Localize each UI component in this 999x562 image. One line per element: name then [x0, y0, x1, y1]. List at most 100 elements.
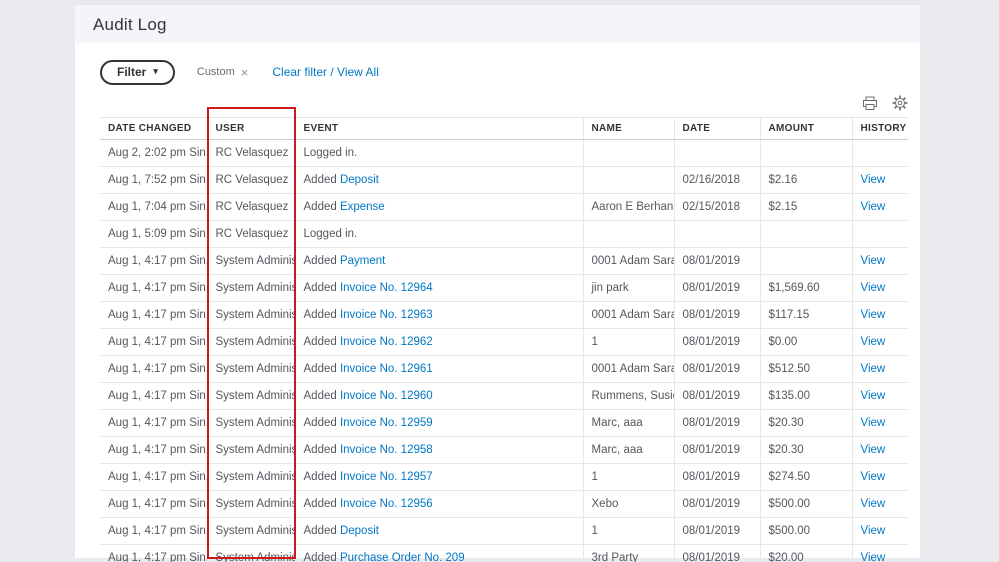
- column-header-date-changed[interactable]: DATE CHANGED: [100, 117, 208, 140]
- cell-user: System Administ...: [207, 463, 296, 491]
- event-link[interactable]: Invoice No. 12957: [340, 471, 433, 483]
- event-link[interactable]: Invoice No. 12962: [340, 336, 433, 348]
- table-actions: [100, 95, 908, 111]
- cell-name: Aaron E Berhanu1: [583, 193, 675, 221]
- filter-button-label: Filter: [117, 64, 147, 79]
- event-link[interactable]: Payment: [340, 255, 385, 267]
- cell-event: Added Invoice No. 12956: [295, 490, 584, 518]
- event-link[interactable]: Expense: [340, 201, 385, 213]
- event-link[interactable]: Deposit: [340, 525, 379, 537]
- history-view-link[interactable]: View: [861, 498, 886, 510]
- column-header-user[interactable]: USER: [207, 117, 296, 140]
- column-header-date[interactable]: DATE: [674, 117, 761, 140]
- cell-event: Added Invoice No. 12962: [295, 328, 584, 356]
- cell-name: 3rd Party: [583, 544, 675, 562]
- cell-amount: $20.30: [760, 436, 853, 464]
- table-row: Aug 1, 4:17 pm Sin...System Administ...A…: [100, 247, 908, 275]
- cell-name: 0001 Adam Sara...: [583, 247, 675, 275]
- gear-icon[interactable]: [892, 95, 908, 111]
- cell-event: Logged in.: [295, 220, 584, 248]
- cell-amount: $274.50: [760, 463, 853, 491]
- history-view-link[interactable]: View: [861, 417, 886, 429]
- event-link[interactable]: Invoice No. 12960: [340, 390, 433, 402]
- cell-name: Marc, aaa: [583, 436, 675, 464]
- cell-user: System Administ...: [207, 355, 296, 383]
- cell-date: 08/01/2019: [674, 328, 761, 356]
- cell-amount: [760, 139, 853, 167]
- event-link[interactable]: Invoice No. 12964: [340, 282, 433, 294]
- history-view-link[interactable]: View: [861, 444, 886, 456]
- cell-name: 0001 Adam Sara...: [583, 301, 675, 329]
- history-view-link[interactable]: View: [861, 255, 886, 267]
- cell-date: 02/16/2018: [674, 166, 761, 194]
- event-text: Added: [303, 417, 340, 429]
- print-icon[interactable]: [862, 96, 878, 111]
- event-link[interactable]: Invoice No. 12963: [340, 309, 433, 321]
- column-header-history[interactable]: HISTORY: [852, 117, 908, 140]
- cell-name: 1: [583, 328, 675, 356]
- cell-name: Xebo: [583, 490, 675, 518]
- history-view-link[interactable]: View: [861, 282, 886, 294]
- history-view-link[interactable]: View: [861, 525, 886, 537]
- cell-history: View: [852, 247, 908, 275]
- cell-history: View: [852, 166, 908, 194]
- cell-name: [583, 139, 675, 167]
- cell-history: [852, 220, 908, 248]
- column-header-event[interactable]: EVENT: [295, 117, 584, 140]
- event-link[interactable]: Invoice No. 12959: [340, 417, 433, 429]
- history-view-link[interactable]: View: [861, 390, 886, 402]
- cell-event: Added Deposit: [295, 166, 584, 194]
- column-header-amount[interactable]: AMOUNT: [760, 117, 853, 140]
- history-view-link[interactable]: View: [861, 309, 886, 321]
- cell-amount: $20.30: [760, 409, 853, 437]
- event-link[interactable]: Deposit: [340, 174, 379, 186]
- cell-amount: $1,569.60: [760, 274, 853, 302]
- cell-history: View: [852, 193, 908, 221]
- history-view-link[interactable]: View: [861, 201, 886, 213]
- event-link[interactable]: Invoice No. 12958: [340, 444, 433, 456]
- cell-event: Added Purchase Order No. 209: [295, 544, 584, 562]
- page-title: Audit Log: [93, 15, 167, 34]
- cell-amount: [760, 247, 853, 275]
- event-link[interactable]: Invoice No. 12961: [340, 363, 433, 375]
- table-row: Aug 1, 7:04 pm Sin... RC Velasquez Added E…: [100, 193, 908, 221]
- cell-name: Rummens, Susie...: [583, 382, 675, 410]
- cell-user: System Administ...: [207, 247, 296, 275]
- history-view-link[interactable]: View: [861, 471, 886, 483]
- close-icon[interactable]: ×: [241, 66, 249, 79]
- cell-name: 1: [583, 517, 675, 545]
- cell-name: jin park: [583, 274, 675, 302]
- filter-button[interactable]: Filter ▾: [100, 59, 175, 85]
- cell-event: Added Payment: [295, 247, 584, 275]
- cell-history: View: [852, 382, 908, 410]
- cell-amount: [760, 220, 853, 248]
- history-view-link[interactable]: View: [861, 363, 886, 375]
- history-view-link[interactable]: View: [861, 552, 886, 562]
- event-link[interactable]: Invoice No. 12956: [340, 498, 433, 510]
- cell-history: View: [852, 301, 908, 329]
- cell-amount: $512.50: [760, 355, 853, 383]
- cell-history: View: [852, 274, 908, 302]
- table-row: Aug 2, 2:02 pm Sin... RC Velasquez Logged …: [100, 139, 908, 167]
- cell-date-changed: Aug 1, 4:17 pm Sin...: [100, 274, 208, 302]
- cell-date: 08/01/2019: [674, 409, 761, 437]
- clear-filter-link[interactable]: Clear filter / View All: [272, 65, 378, 79]
- cell-event: Added Invoice No. 12961: [295, 355, 584, 383]
- event-text: Added: [303, 390, 340, 402]
- cell-user: System Administ...: [207, 436, 296, 464]
- cell-date-changed: Aug 1, 5:09 pm Sin...: [100, 220, 208, 248]
- cell-history: View: [852, 355, 908, 383]
- event-text: Added: [303, 444, 340, 456]
- event-link[interactable]: Purchase Order No. 209: [340, 552, 465, 562]
- cell-history: [852, 139, 908, 167]
- event-text: Added: [303, 363, 340, 375]
- cell-amount: $2.16: [760, 166, 853, 194]
- column-header-name[interactable]: NAME: [583, 117, 675, 140]
- cell-name: 0001 Adam Sara...: [583, 355, 675, 383]
- cell-amount: $135.00: [760, 382, 853, 410]
- history-view-link[interactable]: View: [861, 336, 886, 348]
- cell-date: 08/01/2019: [674, 436, 761, 464]
- content-panel: Audit Log Filter ▾ Custom × Clear filter…: [75, 5, 920, 562]
- cell-user: System Administ...: [207, 274, 296, 302]
- history-view-link[interactable]: View: [861, 174, 886, 186]
